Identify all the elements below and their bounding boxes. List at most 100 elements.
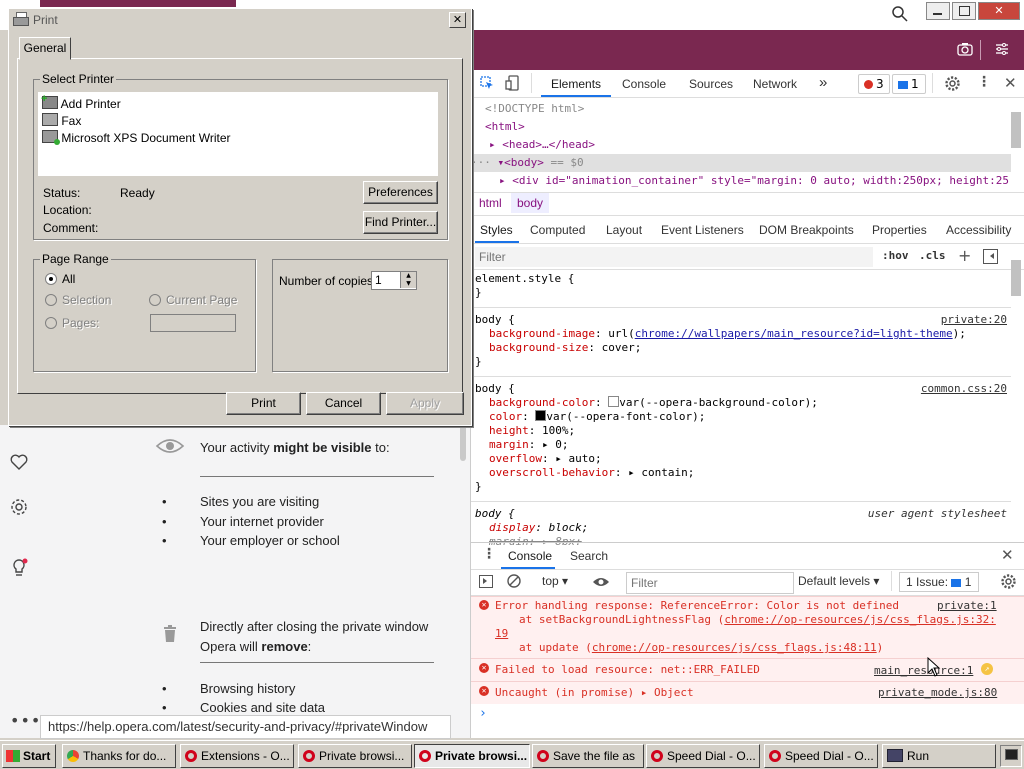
find-printer-button[interactable]: Find Printer... (363, 211, 438, 234)
tab-elements[interactable]: Elements (551, 77, 601, 91)
dom-div[interactable]: ▸ <div id="animation_container" style="m… (471, 172, 1011, 190)
console-filter-input[interactable] (626, 572, 794, 594)
tab-properties[interactable]: Properties (872, 223, 927, 237)
default-levels-dropdown[interactable]: Default levels ▾ (798, 574, 879, 588)
tab-console[interactable]: Console (622, 77, 666, 91)
dialog-close-button[interactable]: ✕ (449, 12, 466, 28)
drawer-tab-console[interactable]: Console (508, 549, 552, 563)
search-icon[interactable] (892, 6, 908, 22)
color-swatch-white[interactable] (608, 396, 620, 407)
apply-button[interactable]: Apply (386, 392, 464, 415)
easy-setup-icon[interactable] (995, 42, 1009, 56)
eye-icon (155, 439, 185, 453)
taskbar-item[interactable]: Thanks for do... (62, 744, 176, 768)
dom-doctype[interactable]: <!DOCTYPE html> (471, 100, 1011, 118)
css-flags-link-1[interactable]: chrome://op-resources/js/css_flags.js:32… (724, 613, 996, 626)
drawer-tab-search[interactable]: Search (570, 549, 608, 563)
taskbar-item[interactable]: Speed Dial - O... (646, 744, 760, 768)
cls-toggle[interactable]: .cls (919, 249, 946, 262)
printer-item-fax[interactable]: Fax (42, 113, 81, 128)
drawer-close-icon[interactable]: ✕ (1001, 546, 1014, 564)
devtools-menu-icon[interactable]: ⋮ (977, 74, 991, 90)
radio-current-page[interactable] (149, 294, 161, 306)
tab-styles[interactable]: Styles (480, 223, 513, 237)
printer-item-add[interactable]: + Add Printer (41, 93, 121, 111)
copies-up-arrow[interactable]: ▲ (400, 272, 416, 280)
dom-body-selected[interactable]: ··· ▾<body> == $0 (471, 154, 1011, 172)
issues-button[interactable]: 1 Issue: 1 (899, 572, 979, 592)
dom-scrollbar[interactable] (1011, 112, 1021, 148)
styles-filter-input[interactable] (475, 247, 873, 267)
rule-source-common[interactable]: common.css:20 (921, 382, 1007, 396)
restore-button[interactable] (952, 2, 976, 20)
copies-stepper[interactable]: 1 ▲ ▼ (371, 271, 417, 290)
console-prompt[interactable]: › (479, 706, 487, 721)
tab-event-listeners[interactable]: Event Listeners (661, 223, 744, 237)
page-scrollbar[interactable] (460, 425, 466, 461)
taskbar-item[interactable]: Extensions - O... (180, 744, 294, 768)
error-1-source-link[interactable]: private:1 (937, 599, 997, 613)
devtools-settings-icon[interactable] (945, 76, 960, 91)
printer-list[interactable]: + Add Printer Fax Microsoft XPS Document… (38, 92, 438, 176)
heart-icon[interactable] (10, 454, 28, 470)
css-flags-link-2[interactable]: chrome://op-resources/js/css_flags.js:48… (592, 641, 877, 654)
taskbar-item[interactable]: Run (882, 744, 996, 768)
printer-item-xps[interactable]: Microsoft XPS Document Writer (42, 130, 231, 145)
tab-dom-breakpoints[interactable]: DOM Breakpoints (759, 223, 854, 237)
issue-link-icon[interactable]: ↗ (981, 663, 993, 675)
settings-gear-icon[interactable] (10, 498, 28, 516)
tab-general[interactable]: General (19, 37, 71, 60)
styles-scrollbar[interactable] (1011, 260, 1021, 296)
more-options-icon[interactable]: ••• (10, 711, 41, 730)
rule-source-private[interactable]: private:20 (941, 313, 1007, 327)
toggle-sidebar-icon[interactable] (983, 249, 998, 264)
new-rule-icon[interactable]: + (958, 246, 971, 265)
taskbar-item[interactable]: Speed Dial - O... (764, 744, 878, 768)
console-error-3: ✕ Uncaught (in promise) ▸ Object private… (471, 681, 1024, 704)
taskbar-item[interactable]: Save the file as (532, 744, 644, 768)
context-selector[interactable]: top ▾ (542, 574, 568, 588)
tab-computed[interactable]: Computed (530, 223, 585, 237)
cancel-button[interactable]: Cancel (306, 392, 381, 415)
lightbulb-icon[interactable] (10, 558, 28, 578)
console-settings-icon[interactable] (1001, 574, 1016, 589)
radio-all[interactable] (45, 273, 57, 285)
tab-sources[interactable]: Sources (689, 77, 733, 91)
more-tabs-button[interactable]: » (819, 74, 827, 91)
live-expression-eye-icon[interactable] (592, 576, 610, 588)
copies-down-arrow[interactable]: ▼ (400, 280, 416, 288)
dom-html[interactable]: <html> (471, 118, 1011, 136)
inspect-element-icon[interactable] (480, 76, 494, 90)
error-counter[interactable]: 3 (858, 74, 890, 94)
drawer-menu-icon[interactable]: ⋮ (482, 546, 496, 562)
breadcrumb-body[interactable]: body (511, 193, 550, 213)
devtools-close-icon[interactable]: ✕ (1004, 74, 1017, 92)
taskbar-item-active[interactable]: Private browsi... (414, 744, 530, 768)
device-toolbar-icon[interactable] (505, 75, 519, 91)
clear-console-icon[interactable] (507, 574, 521, 588)
radio-pages[interactable] (45, 317, 57, 329)
start-button[interactable]: Start (2, 744, 56, 768)
close-window-button[interactable]: ✕ (978, 2, 1020, 20)
error-3-source-link[interactable]: private_mode.js:80 (878, 686, 997, 700)
pages-input[interactable] (150, 314, 236, 332)
wallpaper-url-link[interactable]: chrome://wallpapers/main_resource?id=lig… (635, 327, 953, 340)
taskbar-item[interactable]: Private browsi... (298, 744, 412, 768)
color-swatch-black[interactable] (535, 410, 547, 421)
tab-layout[interactable]: Layout (606, 223, 642, 237)
radio-selection[interactable] (45, 294, 57, 306)
monitor-icon[interactable] (1005, 749, 1018, 760)
camera-icon[interactable] (957, 42, 973, 56)
message-counter[interactable]: 1 (892, 74, 926, 94)
tab-network[interactable]: Network (753, 77, 797, 91)
minimize-button[interactable] (926, 2, 950, 20)
dom-head[interactable]: ▸ <head>…</head> (471, 136, 1011, 154)
tab-accessibility[interactable]: Accessibility (946, 223, 1011, 237)
breadcrumb-html[interactable]: html (479, 196, 502, 210)
error-2-source-link[interactable]: main_resource:1 (874, 664, 973, 678)
preferences-button[interactable]: Preferences (363, 181, 438, 204)
print-button[interactable]: Print (226, 392, 301, 415)
console-sidebar-icon[interactable] (479, 575, 493, 588)
copies-value[interactable]: 1 (375, 273, 382, 287)
hov-toggle[interactable]: :hov (882, 249, 909, 262)
